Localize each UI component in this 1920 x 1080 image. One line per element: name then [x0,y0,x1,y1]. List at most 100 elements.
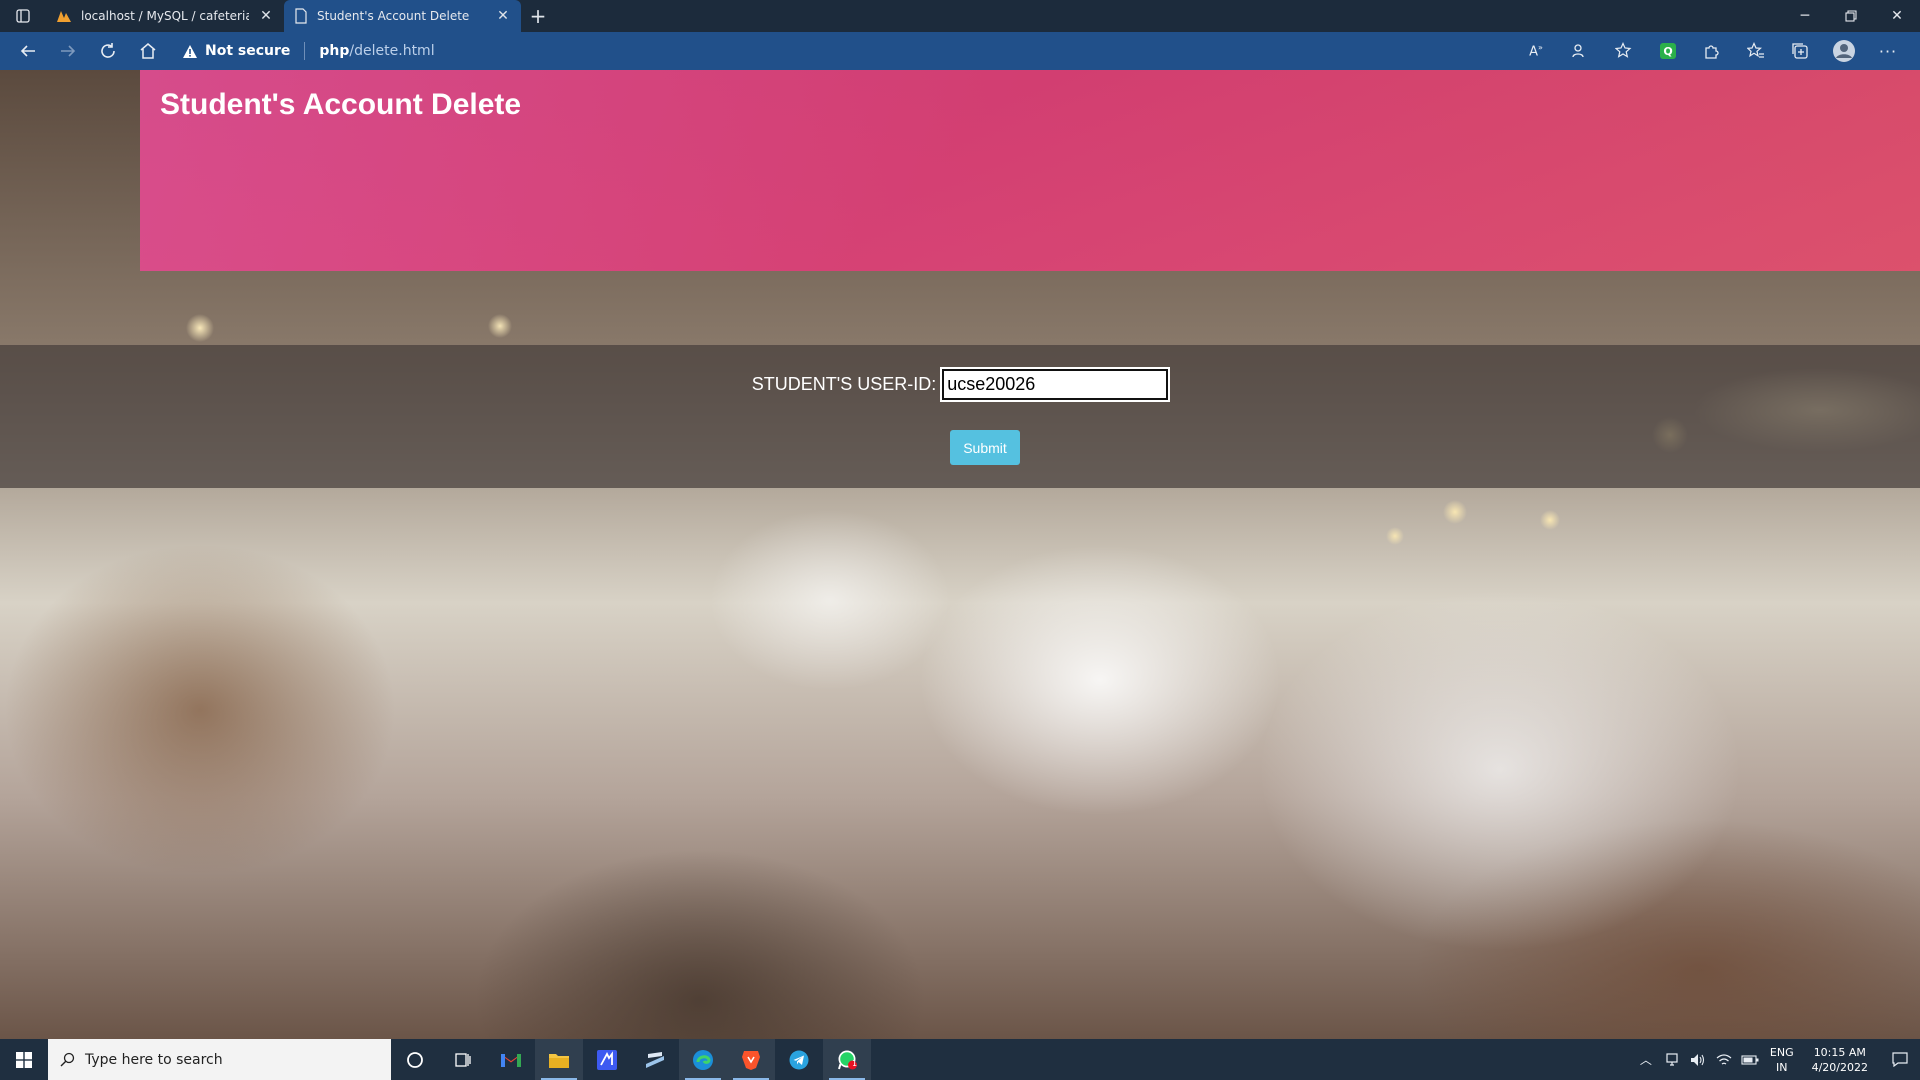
extension-q-button[interactable]: Q [1648,35,1688,67]
window-controls: ─ ✕ [1782,0,1920,32]
cortana-button[interactable] [391,1039,439,1080]
address-bar[interactable]: Not secure php/delete.html [182,36,1516,66]
edge-app[interactable] [679,1039,727,1080]
collections-icon [1792,43,1808,59]
show-hidden-icons-button[interactable]: ︿ [1634,1039,1658,1080]
user-id-input[interactable] [940,367,1171,402]
telegram-icon [789,1050,809,1069]
extensions-button[interactable] [1692,35,1732,67]
task-view-icon [455,1052,471,1067]
edge-icon [693,1049,713,1070]
clock-date: 4/20/2022 [1811,1060,1868,1074]
paint-icon [646,1051,664,1068]
search-placeholder: Type here to search [85,1051,223,1068]
add-favorite-button[interactable] [1604,35,1644,67]
plus-icon: + [529,4,547,28]
refresh-icon [101,43,115,58]
minimize-button[interactable]: ─ [1782,0,1828,32]
address-separator [304,42,306,60]
wifi-icon [1716,1053,1732,1064]
clock-time: 10:15 AM [1813,1045,1866,1059]
url-host: php [319,43,350,59]
tab-phpmyadmin[interactable]: localhost / MySQL / cafeteria / r ✕ [46,0,284,32]
restore-button[interactable] [1828,0,1874,32]
brave-app[interactable] [727,1039,775,1080]
user-id-label: STUDENT'S USER-ID: [751,374,937,394]
device-icon [1666,1052,1678,1066]
more-dots-icon: ··· [1878,41,1898,61]
taskbar-search[interactable]: Type here to search [48,1039,391,1080]
toolbar-icons: A» Q ··· [1516,35,1908,67]
visual-studio-app[interactable] [583,1039,631,1080]
favorites-button[interactable] [1736,35,1776,67]
page-title: Student's Account Delete [160,88,522,121]
clock[interactable]: 10:15 AM 4/20/2022 [1802,1045,1878,1075]
favorites-icon [1747,42,1764,58]
page-icon [295,8,307,24]
language-code: ENG [1769,1045,1794,1059]
read-aloud-button[interactable]: A» [1516,35,1556,67]
phpmyadmin-icon [57,11,71,22]
site-security-indicator[interactable]: Not secure [182,43,290,59]
url-path: /delete.html [349,43,435,59]
warning-icon [183,44,197,58]
meet-now-button[interactable] [1660,1039,1684,1080]
minimize-icon: ─ [1800,8,1810,24]
star-add-icon [1615,42,1632,58]
action-center-button[interactable] [1880,1039,1920,1080]
tab-actions-icon [16,9,30,23]
close-tab-icon[interactable]: ✕ [495,8,511,24]
not-secure-label: Not secure [205,43,291,59]
tab-delete-page[interactable]: Student's Account Delete ✕ [284,0,521,32]
settings-more-button[interactable]: ··· [1868,35,1908,67]
read-aloud-icon: A» [1529,42,1543,60]
close-icon: ✕ [1891,8,1903,24]
close-tab-icon[interactable]: ✕ [258,8,274,24]
home-icon [140,43,156,59]
language-indicator[interactable]: ENG IN [1764,1045,1800,1075]
windows-taskbar: Type here to search 1 ︿ ENG IN 10:15 AM … [0,1039,1920,1080]
battery-button[interactable] [1738,1039,1762,1080]
start-button[interactable] [0,1039,48,1080]
paint-app[interactable] [631,1039,679,1080]
task-view-button[interactable] [439,1039,487,1080]
submit-button[interactable]: Submit [950,430,1020,465]
collections-button[interactable] [1780,35,1820,67]
url-text: php/delete.html [319,43,434,59]
user-id-row: STUDENT'S USER-ID: [0,367,1920,402]
back-button[interactable] [8,35,48,67]
home-button[interactable] [128,35,168,67]
gmail-app[interactable] [487,1039,535,1080]
windows-logo-icon [16,1051,32,1068]
tab-bar: localhost / MySQL / cafeteria / r ✕ Stud… [0,0,1920,32]
cortana-icon [407,1051,423,1068]
file-explorer-icon [549,1053,569,1068]
browser-toolbar: Not secure php/delete.html A» Q ··· [0,32,1920,70]
svg-text:Q: Q [1663,45,1672,58]
telegram-app[interactable] [775,1039,823,1080]
user-key-icon [1572,44,1584,58]
profile-sync-button[interactable] [1560,35,1600,67]
tab-title: Student's Account Delete [317,9,470,23]
brave-icon [742,1050,760,1070]
back-arrow-icon [20,45,35,57]
chevron-up-icon: ︿ [1639,1053,1652,1067]
tab-actions-button[interactable] [0,0,46,32]
whatsapp-app[interactable]: 1 [823,1039,871,1080]
search-icon [60,1052,75,1067]
forward-arrow-icon [61,45,76,57]
new-tab-button[interactable]: + [521,0,555,32]
region-code: IN [1776,1060,1788,1074]
file-explorer-app[interactable] [535,1039,583,1080]
network-button[interactable] [1712,1039,1736,1080]
puzzle-icon [1705,45,1719,59]
close-window-button[interactable]: ✕ [1874,0,1920,32]
volume-button[interactable] [1686,1039,1710,1080]
profile-button[interactable] [1824,35,1864,67]
forward-button[interactable] [48,35,88,67]
battery-icon [1741,1054,1759,1065]
restore-icon [1845,10,1857,22]
refresh-button[interactable] [88,35,128,67]
system-tray: ︿ ENG IN 10:15 AM 4/20/2022 [1634,1039,1920,1080]
q-extension-icon: Q [1660,43,1676,59]
